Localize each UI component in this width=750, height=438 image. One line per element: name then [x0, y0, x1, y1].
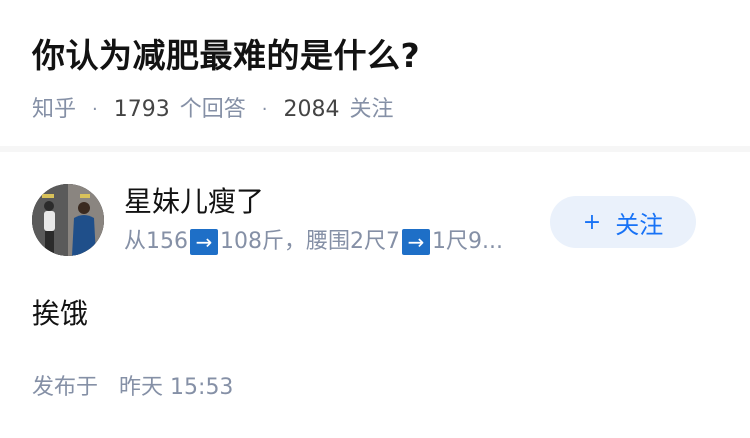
answers-count: 1793	[113, 97, 170, 122]
right-arrow-icon: →	[402, 229, 430, 255]
publish-clock: 15:53	[170, 375, 234, 400]
publish-prefix: 发布于	[32, 375, 99, 400]
separator-dot: ·	[92, 99, 98, 120]
publish-day: 昨天	[119, 375, 164, 400]
bio-text-middle: 108斤，腰围2尺7	[220, 229, 400, 254]
publish-time: 发布于 昨天 15:53	[32, 372, 233, 404]
author-name[interactable]: 星妹儿瘦了	[124, 182, 264, 222]
answers-label: 个回答	[179, 97, 246, 122]
separator-dot: ·	[261, 99, 268, 120]
plus-icon: +	[582, 209, 602, 235]
question-title[interactable]: 你认为减肥最难的是什么?	[32, 34, 420, 78]
followers-label: 关注	[349, 97, 394, 122]
followers-count: 2084	[283, 97, 340, 122]
bio-text-start: 从156	[124, 229, 188, 254]
avatar-image	[32, 184, 104, 256]
right-arrow-icon: →	[190, 229, 218, 255]
author-bio: 从156 → 108斤，腰围2尺7 → 1尺9...	[124, 226, 544, 258]
question-meta: 知乎 · 1793 个回答 · 2084 关注	[32, 94, 394, 126]
question-header: 你认为减肥最难的是什么? 知乎 · 1793 个回答 · 2084 关注	[0, 0, 750, 146]
follow-label: 关注	[615, 210, 664, 239]
follow-button[interactable]: + 关注	[550, 196, 696, 248]
answer-body[interactable]: 挨饿	[32, 294, 88, 334]
avatar[interactable]	[32, 184, 104, 256]
source-label[interactable]: 知乎	[32, 94, 76, 126]
bio-text-end: 1尺9...	[432, 229, 503, 254]
answer-card: 星妹儿瘦了 从156 → 108斤，腰围2尺7 → 1尺9... + 关注 挨饿…	[0, 152, 750, 438]
